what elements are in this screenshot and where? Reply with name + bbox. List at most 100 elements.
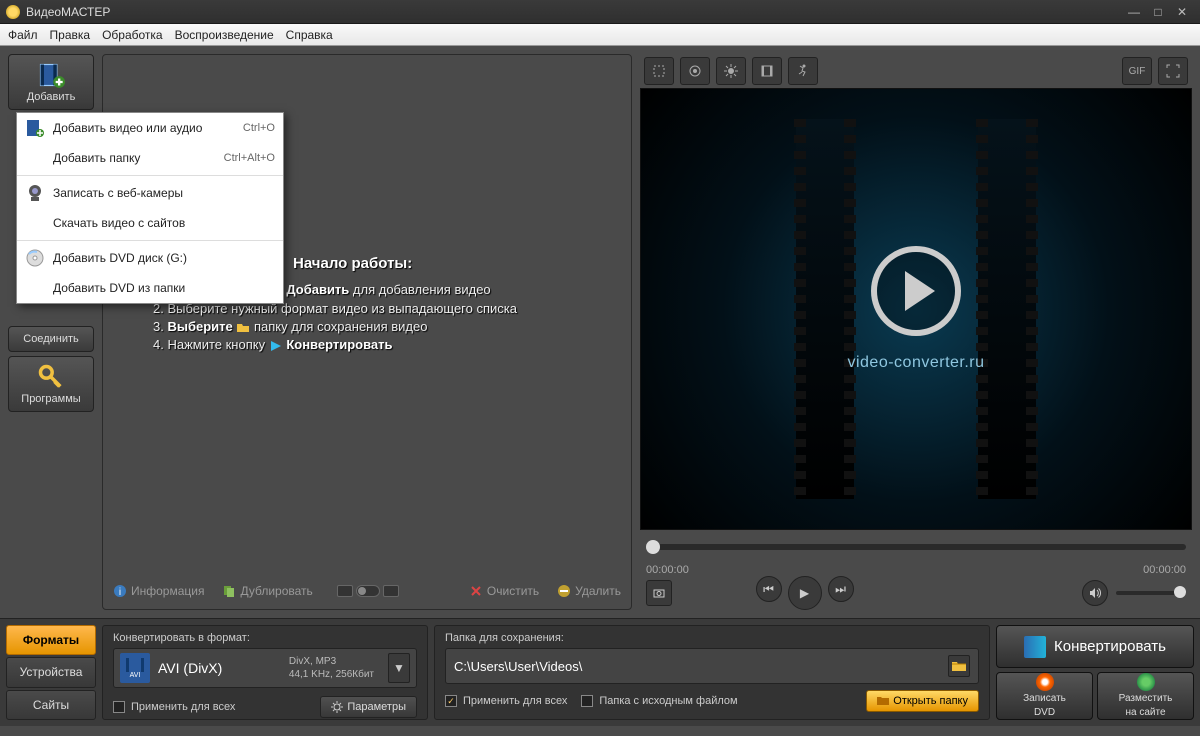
- tab-sites[interactable]: Сайты: [6, 690, 96, 720]
- close-button[interactable]: ✕: [1170, 5, 1194, 19]
- instructions-header: Начало работы:: [293, 255, 517, 272]
- gif-button[interactable]: GIF: [1122, 57, 1152, 85]
- crop-icon: [652, 64, 666, 78]
- menubar: Файл Правка Обработка Воспроизведение Сп…: [0, 24, 1200, 46]
- fmt-apply-all-checkbox[interactable]: Применить для всех: [113, 701, 235, 713]
- camera-icon: [653, 587, 665, 599]
- delete-icon: [557, 584, 571, 598]
- play-icon: [871, 246, 961, 336]
- clear-button[interactable]: Очистить: [469, 584, 539, 598]
- browse-folder-button[interactable]: [948, 655, 970, 677]
- dd-dvd-disc[interactable]: Добавить DVD диск (G:): [17, 243, 283, 273]
- video-preview[interactable]: video-converter.ru: [640, 88, 1192, 530]
- post-online-button[interactable]: Разместитьна сайте: [1097, 672, 1194, 720]
- volume-slider[interactable]: [1116, 591, 1186, 595]
- volume-button[interactable]: [1082, 580, 1108, 606]
- sun-icon: [724, 64, 738, 78]
- next-button[interactable]: ⏭: [828, 576, 854, 602]
- convert-icon: [1024, 636, 1046, 658]
- dd-separator: [17, 240, 283, 241]
- avi-icon: AVI: [120, 653, 150, 683]
- effects-button[interactable]: [680, 57, 710, 85]
- dd-download[interactable]: Скачать видео с сайтов: [17, 208, 283, 238]
- dd-add-media[interactable]: Добавить видео или аудио Ctrl+O: [17, 113, 283, 143]
- duplicate-button[interactable]: Дублировать: [222, 584, 312, 598]
- bottom-tabs: Форматы Устройства Сайты: [6, 625, 96, 720]
- player-controls: ⏮ ▶ ⏭: [640, 576, 1192, 610]
- folder-open-icon: [877, 696, 889, 706]
- save-panel-label: Папка для сохранения:: [445, 632, 979, 644]
- maximize-button[interactable]: □: [1146, 5, 1170, 19]
- app-logo-icon: [6, 5, 20, 19]
- view-toggle[interactable]: [337, 585, 399, 597]
- prev-button[interactable]: ⏮: [756, 576, 782, 602]
- brand-text: video-converter.ru: [847, 354, 984, 372]
- add-media-icon: [25, 118, 45, 138]
- format-panel: Конвертировать в формат: AVI AVI (DivX) …: [102, 625, 428, 720]
- format-dropdown-arrow[interactable]: ▼: [388, 653, 410, 683]
- key-icon: [37, 363, 65, 391]
- add-button-label: Добавить: [27, 91, 76, 103]
- play-button[interactable]: ▶: [788, 576, 822, 610]
- filmstrip-decoration: [796, 119, 854, 499]
- dd-dvd-folder[interactable]: Добавить DVD из папки: [17, 273, 283, 303]
- format-details: DivX, MP344,1 KHz, 256Кбит: [289, 655, 374, 681]
- delete-button[interactable]: Удалить: [557, 584, 621, 598]
- bottom-bar: Форматы Устройства Сайты Конвертировать …: [0, 618, 1200, 726]
- film-add-icon: [37, 61, 65, 89]
- dd-webcam[interactable]: Записать с веб-камеры: [17, 178, 283, 208]
- programs-button-label: Программы: [21, 393, 80, 405]
- instruction-line-3: 3. Выберите папку для сохранения видео: [153, 319, 517, 335]
- run-icon: [796, 64, 810, 78]
- source-folder-checkbox[interactable]: Папка с исходным файлом: [581, 695, 737, 707]
- settings-button[interactable]: Параметры: [320, 696, 417, 718]
- action-panel: Конвертировать ЗаписатьDVD Разместитьна …: [996, 625, 1194, 720]
- convert-button[interactable]: Конвертировать: [996, 625, 1194, 668]
- fullscreen-button[interactable]: [1158, 57, 1188, 85]
- film-icon: [760, 64, 774, 78]
- speaker-icon: [1089, 587, 1101, 599]
- gear-icon: [331, 701, 343, 713]
- speed-button[interactable]: [788, 57, 818, 85]
- time-total: 00:00:00: [1143, 564, 1186, 576]
- seek-bar[interactable]: [646, 544, 1186, 550]
- seek-knob[interactable]: [646, 540, 660, 554]
- open-folder-button[interactable]: Открыть папку: [866, 690, 979, 712]
- dd-separator: [17, 175, 283, 176]
- menu-help[interactable]: Справка: [286, 28, 333, 42]
- crop-button[interactable]: [644, 57, 674, 85]
- join-button-label: Соединить: [23, 333, 79, 345]
- burn-dvd-button[interactable]: ЗаписатьDVD: [996, 672, 1093, 720]
- titlebar: ВидеоМАСТЕР — □ ✕: [0, 0, 1200, 24]
- tab-devices[interactable]: Устройства: [6, 657, 96, 687]
- disc-icon: [1036, 673, 1054, 691]
- preview-panel: GIF video-converter.ru 00:00:00 00:00:00…: [640, 54, 1192, 610]
- list-actions-bar: iИнформация Дублировать Очистить Удалить: [113, 579, 621, 603]
- preview-toolbar: GIF: [640, 54, 1192, 88]
- menu-playback[interactable]: Воспроизведение: [175, 28, 274, 42]
- save-apply-all-checkbox[interactable]: ✓Применить для всех: [445, 695, 567, 707]
- dd-add-folder[interactable]: Добавить папку Ctrl+Alt+O: [17, 143, 283, 173]
- format-panel-label: Конвертировать в формат:: [113, 632, 417, 644]
- menu-file[interactable]: Файл: [8, 28, 38, 42]
- text-button[interactable]: [752, 57, 782, 85]
- volume-knob[interactable]: [1174, 586, 1186, 598]
- format-selector[interactable]: AVI AVI (DivX) DivX, MP344,1 KHz, 256Кби…: [113, 648, 417, 688]
- menu-process[interactable]: Обработка: [102, 28, 163, 42]
- globe-icon: [1137, 673, 1155, 691]
- join-button[interactable]: Соединить: [8, 326, 94, 352]
- seek-row: [640, 530, 1192, 564]
- info-button[interactable]: iИнформация: [113, 584, 204, 598]
- add-button[interactable]: Добавить: [8, 54, 94, 110]
- brightness-button[interactable]: [716, 57, 746, 85]
- menu-edit[interactable]: Правка: [50, 28, 91, 42]
- svg-text:i: i: [119, 587, 121, 598]
- dvd-icon: [25, 248, 45, 268]
- programs-button[interactable]: Программы: [8, 356, 94, 412]
- minimize-button[interactable]: —: [1122, 5, 1146, 19]
- window-title: ВидеоМАСТЕР: [26, 5, 1122, 19]
- snapshot-button[interactable]: [646, 580, 672, 606]
- tab-formats[interactable]: Форматы: [6, 625, 96, 655]
- save-path: C:\Users\User\Videos\: [454, 659, 942, 674]
- webcam-icon: [25, 183, 45, 203]
